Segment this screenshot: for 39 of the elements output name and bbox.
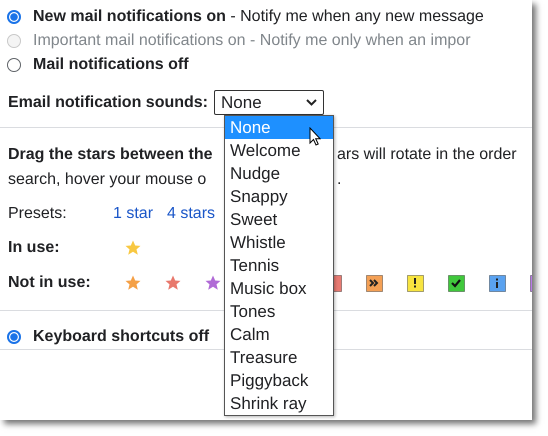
in-use-label: In use: (8, 239, 61, 257)
preset-link[interactable]: 1 star (113, 205, 154, 223)
description-text: Drag the stars between the (8, 146, 214, 164)
star-icon[interactable] (165, 275, 181, 291)
dropdown-option[interactable]: Calm (225, 323, 333, 346)
radio-label: Important mail notifications on - Notify me only when an impor (33, 32, 471, 50)
dropdown-option[interactable]: Tennis (225, 254, 333, 277)
radio-button[interactable] (7, 330, 21, 344)
sounds-label: Email notification sounds: (8, 94, 208, 112)
dropdown-option[interactable]: Tones (225, 300, 333, 323)
dropdown-option[interactable]: Nudge (225, 162, 333, 185)
description-text: ars will rotate in the order (337, 146, 517, 164)
star-icon[interactable] (125, 240, 141, 256)
description-text: . (337, 170, 342, 188)
radio-button[interactable] (7, 58, 21, 72)
dropdown-option[interactable]: Treasure (225, 346, 333, 369)
double-chevron-box-icon[interactable] (366, 274, 383, 292)
dropdown-option[interactable]: Sweet (225, 208, 333, 231)
mouse-cursor-icon (309, 127, 321, 146)
star-icon[interactable] (205, 275, 221, 291)
radio-label: Keyboard shortcuts off (33, 328, 210, 346)
not-in-use-label: Not in use: (8, 274, 92, 292)
dropdown-option[interactable]: Piggyback (225, 369, 333, 392)
sound-select[interactable]: None (214, 90, 324, 115)
dropdown-option[interactable]: Welcome (225, 139, 333, 162)
dropdown-option[interactable]: Music box (225, 277, 333, 300)
dropdown-option[interactable]: Whistle (225, 231, 333, 254)
radio-label: Mail notifications off (33, 56, 189, 74)
chevron-icon (306, 99, 318, 106)
radio-label: New mail notifications on - Notify me when any new message (33, 8, 484, 26)
info-box-icon[interactable] (489, 274, 506, 292)
presets-label: Presets: (8, 205, 68, 223)
star-icon[interactable] (125, 275, 141, 291)
dropdown-option[interactable]: Snappy (225, 185, 333, 208)
check-box-icon[interactable] (448, 274, 465, 292)
description-text: search, hover your mouse o (8, 170, 208, 188)
dropdown-option[interactable]: Shrink ray (225, 392, 333, 415)
preset-link[interactable]: 4 stars (167, 205, 216, 223)
radio-button[interactable] (7, 10, 21, 24)
